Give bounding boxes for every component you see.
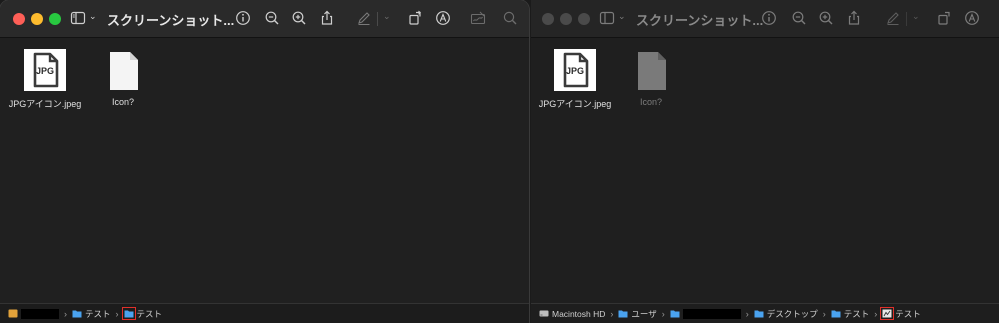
traffic-lights — [542, 13, 596, 25]
path-segment-user[interactable] — [670, 308, 741, 319]
chevron-right-icon: › — [822, 308, 826, 319]
path-segment-test-current[interactable]: テスト — [880, 307, 921, 320]
file-grid: JPG JPGアイコン.jpeg Icon? — [531, 48, 999, 128]
jpeg-file-icon: JPG — [553, 48, 597, 92]
jpg-thumb-label: JPG — [565, 66, 584, 76]
chevron-right-icon: › — [661, 308, 665, 319]
folder-icon — [831, 310, 841, 318]
file-item-icon[interactable]: Icon? — [78, 48, 168, 107]
path-label: テスト — [136, 308, 163, 319]
markup-pen-icon[interactable] — [354, 8, 374, 28]
path-segment-users[interactable]: ユーザ — [618, 308, 657, 320]
blank-document-icon — [629, 48, 673, 92]
path-segment-test-current[interactable]: テスト — [121, 307, 163, 320]
chevron-down-icon[interactable]: ⌄ — [383, 11, 391, 22]
folder-icon — [670, 310, 680, 318]
traffic-lights — [13, 13, 67, 25]
jpg-thumb-label: JPG — [35, 66, 54, 76]
rotate-icon[interactable] — [405, 8, 425, 28]
file-name: JPGアイコン.jpeg — [8, 99, 82, 109]
toolbar: ⌄ スクリーンショット... ⌄ — [531, 0, 999, 38]
zoom-in-icon[interactable] — [289, 8, 309, 28]
share-icon[interactable] — [844, 8, 864, 28]
redacted-name — [682, 308, 741, 319]
redacted-name — [21, 308, 59, 319]
path-segment-disk[interactable]: Macintosh HD — [539, 309, 605, 319]
preview-window-inactive: ⌄ スクリーンショット... ⌄ JPG JPGアイコン.jpeg Icon? … — [531, 0, 999, 323]
path-segment-desktop[interactable]: デスクトップ — [754, 308, 818, 320]
path-label: デスクトップ — [766, 308, 818, 319]
search-icon[interactable] — [500, 8, 520, 28]
folder-icon — [72, 310, 82, 318]
folder-icon — [754, 310, 764, 318]
chevron-right-icon: › — [745, 308, 749, 319]
zoom-out-icon[interactable] — [262, 8, 282, 28]
path-segment-test[interactable]: テスト — [831, 308, 870, 320]
close-button[interactable] — [13, 13, 25, 25]
chevron-right-icon: › — [64, 308, 67, 319]
path-bar: › テスト › テスト — [0, 303, 529, 323]
path-label: ユーザ — [631, 308, 657, 319]
folder-icon — [618, 310, 628, 318]
preview-window-active: ⌄ スクリーンショット... ⌄ JPG JPGアイコン.jpeg Icon? … — [0, 0, 529, 323]
window-title: スクリーンショット... — [636, 13, 764, 28]
minimize-button[interactable] — [31, 13, 43, 25]
zoom-button[interactable] — [49, 13, 61, 25]
path-label: テスト — [895, 308, 921, 319]
zoom-out-icon[interactable] — [789, 8, 809, 28]
markup-pen-icon[interactable] — [883, 8, 903, 28]
sidebar-toggle-icon[interactable] — [68, 8, 88, 28]
custom-folder-icon — [880, 307, 895, 320]
path-bar: Macintosh HD › ユーザ › › デスクトップ › テスト › テス… — [531, 303, 999, 323]
file-name: Icon? — [111, 97, 135, 107]
blank-document-icon — [101, 48, 145, 92]
chevron-right-icon: › — [610, 308, 614, 319]
path-segment-test[interactable]: テスト — [72, 308, 111, 320]
chevron-right-icon: › — [115, 308, 119, 319]
toolbar: ⌄ スクリーンショット... ⌄ — [0, 0, 529, 38]
path-label: テスト — [843, 308, 870, 319]
path-label: テスト — [85, 308, 111, 319]
close-button[interactable] — [542, 13, 554, 25]
zoom-in-icon[interactable] — [816, 8, 836, 28]
info-icon[interactable] — [233, 8, 253, 28]
window-title: スクリーンショット... — [107, 13, 235, 28]
path-segment-user[interactable] — [8, 308, 59, 319]
folder-icon — [121, 307, 136, 320]
file-name: Icon? — [639, 97, 663, 107]
zoom-button[interactable] — [578, 13, 590, 25]
markup-toolbar-icon[interactable] — [962, 8, 982, 28]
jpeg-file-icon: JPG — [23, 48, 67, 92]
home-folder-icon — [8, 309, 18, 318]
file-grid: JPG JPGアイコン.jpeg Icon? — [0, 48, 529, 128]
rotate-icon[interactable] — [934, 8, 954, 28]
minimize-button[interactable] — [560, 13, 572, 25]
file-item-icon[interactable]: Icon? — [606, 48, 696, 107]
signature-icon[interactable] — [468, 8, 488, 28]
chevron-right-icon: › — [874, 308, 878, 319]
share-icon[interactable] — [317, 8, 337, 28]
sidebar-toggle-icon[interactable] — [597, 8, 617, 28]
disk-icon — [539, 310, 549, 317]
chevron-down-icon[interactable]: ⌄ — [912, 11, 920, 22]
info-icon[interactable] — [759, 8, 779, 28]
chevron-down-icon[interactable]: ⌄ — [89, 11, 97, 22]
path-label: Macintosh HD — [552, 308, 606, 319]
file-item-jpeg[interactable]: JPG JPGアイコン.jpeg — [0, 48, 90, 110]
markup-toolbar-icon[interactable] — [433, 8, 453, 28]
chevron-down-icon[interactable]: ⌄ — [618, 11, 626, 22]
